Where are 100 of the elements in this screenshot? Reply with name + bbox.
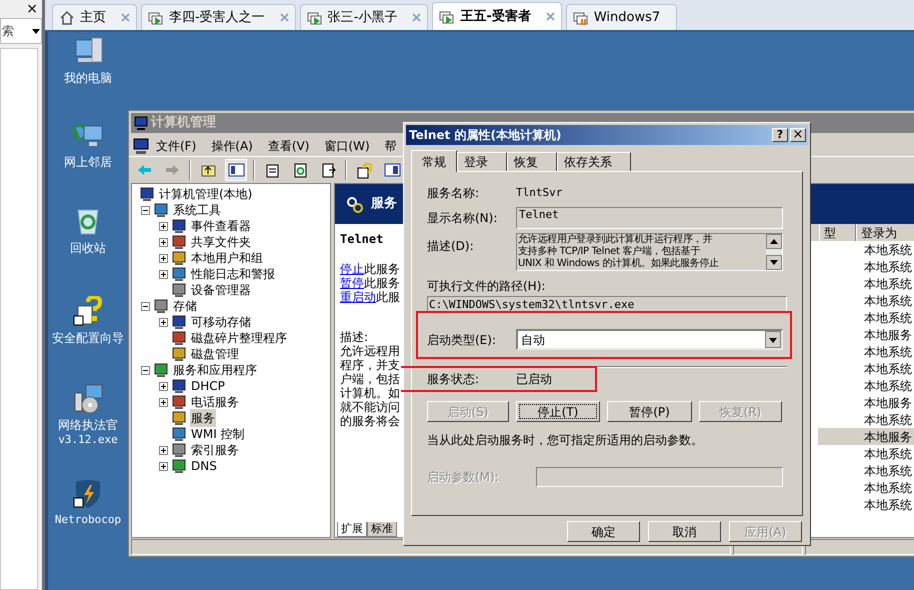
collapse-icon[interactable] <box>141 206 150 214</box>
tree-item[interactable]: DHCP <box>190 377 226 395</box>
expand-icon[interactable] <box>159 318 168 326</box>
menu-item[interactable]: 操作(A) <box>211 136 253 154</box>
list-row[interactable]: 本地系统 <box>818 241 914 258</box>
dialog-button[interactable]: 确定 <box>567 521 640 542</box>
tree-item[interactable]: 电话服务 <box>190 393 240 411</box>
list-row[interactable]: 本地系统 <box>818 309 914 326</box>
menu-item[interactable]: 查看(V) <box>268 136 310 154</box>
description-line: 支持多种 TCP/IP Telnet 客户端，包括基于 <box>518 246 702 258</box>
node-icon <box>171 394 187 410</box>
tree-item[interactable]: 存储 <box>172 297 198 315</box>
browser-tab[interactable]: Windows7 <box>566 4 678 30</box>
tree-item[interactable]: 可移动存储 <box>190 313 252 331</box>
list-row[interactable]: 本地系统 <box>818 258 914 275</box>
field-label: 显示名称(N): <box>427 210 498 227</box>
service-button[interactable]: 暂停(P) <box>607 401 692 422</box>
tree-item[interactable]: 索引服务 <box>190 441 240 459</box>
tree-item[interactable]: 性能日志和警报 <box>190 265 276 283</box>
tree-item[interactable]: 共享文件夹 <box>190 233 252 251</box>
action-link[interactable]: 重启动 <box>340 290 376 304</box>
list-row[interactable]: 本地服务 <box>818 326 914 343</box>
close-glyph[interactable]: × <box>26 0 38 18</box>
expand-icon[interactable] <box>159 462 168 470</box>
dialog-tab[interactable]: 登录 <box>457 152 507 171</box>
dialog-tab[interactable]: 依存关系 <box>557 152 631 171</box>
desktop-icon-label[interactable]: 回收站 <box>70 241 106 256</box>
menu-item[interactable]: 文件(F) <box>156 136 196 154</box>
description-text: 就不能访问 <box>340 400 401 414</box>
action-pane-icon <box>384 162 400 178</box>
field-label: 服务状态: <box>427 371 480 388</box>
list-row[interactable]: 本地系统 <box>818 496 914 513</box>
action-link[interactable]: 暂停 <box>340 276 364 290</box>
desktop-icon-label[interactable]: 网上邻居 <box>64 155 112 170</box>
collapse-icon[interactable] <box>141 366 150 374</box>
column-header[interactable]: 型 <box>819 224 856 241</box>
view-tab[interactable]: 扩展 <box>337 522 367 537</box>
tree-item[interactable]: 服务和应用程序 <box>172 361 258 379</box>
tree-item[interactable]: 设备管理器 <box>190 281 252 299</box>
tree-item[interactable]: 事件查看器 <box>190 217 252 235</box>
dialog-tab[interactable]: 常规 <box>411 150 457 172</box>
list-row[interactable]: 本地服务 <box>818 394 914 411</box>
dialog-button[interactable]: 取消 <box>648 521 721 542</box>
list-row[interactable]: 本地系统 <box>818 360 914 377</box>
list-row[interactable]: 本地服务 <box>818 428 914 445</box>
expand-icon[interactable] <box>159 222 168 230</box>
list-row[interactable]: 本地系统 <box>818 479 914 496</box>
expand-icon[interactable] <box>159 446 168 454</box>
tree-item[interactable]: 磁盘碎片整理程序 <box>190 329 288 347</box>
tree-item[interactable]: 计算机管理(本地) <box>158 185 254 203</box>
menu-item[interactable]: 窗口(W) <box>324 136 370 154</box>
browser-tab[interactable]: 王五-受害者 <box>432 2 562 30</box>
close-button[interactable]: × <box>790 128 806 142</box>
collapse-icon[interactable] <box>141 302 150 310</box>
list-row[interactable]: 本地系统 <box>818 343 914 360</box>
tree-item[interactable]: 本地用户和组 <box>190 249 264 267</box>
close-icon[interactable] <box>546 12 555 21</box>
start-parameters-field[interactable] <box>536 467 783 487</box>
expand-icon[interactable] <box>159 238 168 246</box>
desktop-icon-label[interactable]: 安全配置向导 <box>52 331 124 346</box>
expand-icon[interactable] <box>159 254 168 262</box>
play-window-icon <box>306 10 323 26</box>
list-row[interactable]: 本地系统 <box>818 462 914 479</box>
desktop-icon-label[interactable]: 我的电脑 <box>64 71 112 86</box>
list-row[interactable]: 本地系统 <box>818 411 914 428</box>
console-icon <box>133 138 149 154</box>
expand-icon[interactable] <box>159 270 168 278</box>
dropdown-arrow-icon <box>32 28 40 34</box>
list-row[interactable]: 本地系统 <box>818 445 914 462</box>
expand-icon[interactable] <box>159 382 168 390</box>
description-text: 户端，包括 <box>340 372 401 386</box>
column-header[interactable]: 登录为 <box>856 224 914 241</box>
startup-type-dropdown[interactable]: 自动 <box>516 329 783 350</box>
help-icon <box>356 162 372 178</box>
field-label: 描述(D): <box>427 238 475 255</box>
properties-icon <box>264 162 280 178</box>
tree-item[interactable]: 磁盘管理 <box>190 345 240 363</box>
browser-tab[interactable]: 张三-小黑子 <box>300 4 428 30</box>
expand-icon[interactable] <box>159 398 168 406</box>
action-link[interactable]: 停止 <box>340 262 364 276</box>
tree-item[interactable]: WMI 控制 <box>190 425 246 443</box>
list-row[interactable]: 本地系统 <box>818 292 914 309</box>
desktop-icon-label[interactable]: Netrobocop <box>54 513 122 526</box>
description-label: 描述: <box>340 330 370 344</box>
help-button[interactable]: ? <box>772 128 788 142</box>
field-label: 启动类型(E): <box>427 332 497 348</box>
tree-item[interactable]: 系统工具 <box>172 201 222 219</box>
menu-item[interactable]: 帮 <box>384 136 397 154</box>
service-button[interactable]: 停止(T) <box>516 401 600 422</box>
list-row[interactable]: 本地系统 <box>818 275 914 292</box>
desktop-icon-label[interactable]: 网络执法官 v3.12.exe <box>58 418 118 446</box>
list-row[interactable]: 本地系统 <box>818 377 914 394</box>
browser-tab[interactable]: 主页 <box>52 4 137 30</box>
search-dropdown[interactable]: 索 <box>0 18 42 44</box>
view-tab[interactable]: 标准 <box>367 522 397 537</box>
tree-item[interactable]: 服务 <box>190 409 216 427</box>
browser-tab[interactable]: 李四-受害人之一 <box>141 4 296 30</box>
scrollbar[interactable] <box>766 234 782 270</box>
dialog-tab[interactable]: 恢复 <box>507 152 557 171</box>
tree-item[interactable]: DNS <box>190 457 218 475</box>
